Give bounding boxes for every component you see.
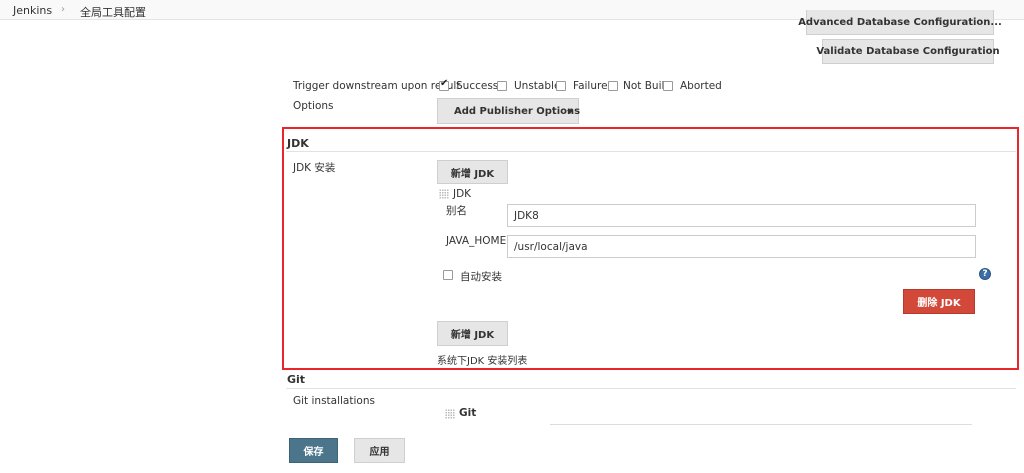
- apply-button[interactable]: 应用: [354, 438, 405, 463]
- not-built-checkbox[interactable]: [608, 81, 618, 91]
- java-home-input[interactable]: /usr/local/java: [507, 235, 976, 258]
- drag-handle-icon[interactable]: [439, 189, 449, 199]
- add-jdk-button[interactable]: 新增 JDK: [437, 160, 508, 184]
- success-label: Success: [456, 80, 499, 92]
- add-publisher-options-label: Add Publisher Options: [454, 105, 581, 117]
- validate-database-configuration-button[interactable]: Validate Database Configuration: [816, 39, 1000, 64]
- jdk-section-divider: [286, 151, 1016, 152]
- add-jdk-button-bottom[interactable]: 新增 JDK: [437, 321, 508, 346]
- unstable-checkbox[interactable]: [497, 81, 507, 91]
- jdk-section-title: JDK: [287, 137, 309, 150]
- options-label: Options: [293, 100, 334, 112]
- dropdown-caret-icon: [567, 110, 573, 114]
- git-drag-handle-icon[interactable]: [445, 409, 455, 419]
- success-checkbox[interactable]: [439, 78, 449, 91]
- git-section-title: Git: [287, 373, 306, 386]
- not-built-label: Not Built: [623, 80, 669, 92]
- jdk-install-label: JDK 安装: [293, 162, 336, 174]
- unstable-label: Unstable: [514, 80, 561, 92]
- java-home-label: JAVA_HOME: [446, 235, 507, 247]
- jdk-name-label: 别名: [446, 205, 467, 217]
- save-button[interactable]: 保存: [289, 438, 338, 463]
- aborted-label: Aborted: [680, 80, 722, 92]
- aborted-checkbox[interactable]: [663, 81, 673, 91]
- failure-label: Failure: [573, 80, 608, 92]
- auto-install-label: 自动安装: [460, 271, 502, 283]
- jdk-name-input[interactable]: JDK8: [507, 204, 976, 227]
- git-entry-title: Git: [459, 407, 477, 419]
- jdk-list-caption: 系统下JDK 安装列表: [437, 356, 528, 367]
- delete-jdk-button[interactable]: 删除 JDK: [903, 289, 975, 314]
- help-icon[interactable]: ?: [979, 268, 991, 280]
- jdk-entry-title: JDK: [453, 188, 472, 200]
- git-field-edge: [550, 424, 972, 425]
- git-installations-label: Git installations: [293, 395, 375, 407]
- breadcrumb-current[interactable]: 全局工具配置: [80, 4, 146, 20]
- trigger-downstream-label: Trigger downstream upon result: [293, 80, 461, 92]
- advanced-database-configuration-button[interactable]: Advanced Database Configuration...: [798, 10, 1002, 35]
- auto-install-checkbox[interactable]: [443, 270, 453, 280]
- breadcrumb-separator: ›: [61, 4, 65, 15]
- failure-checkbox[interactable]: [556, 81, 566, 91]
- git-section-divider: [286, 388, 1016, 389]
- add-publisher-options-button[interactable]: Add Publisher Options: [437, 98, 581, 124]
- breadcrumb-jenkins-link[interactable]: Jenkins: [13, 4, 52, 17]
